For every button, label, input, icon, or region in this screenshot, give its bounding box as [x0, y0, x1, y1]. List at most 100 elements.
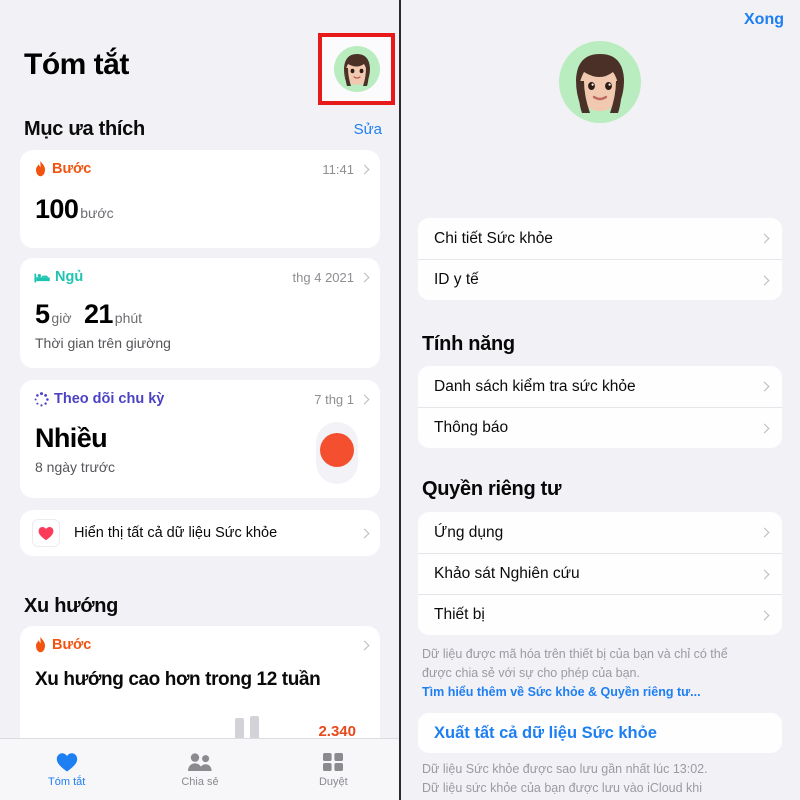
cycle-value: Nhiều	[35, 423, 108, 453]
steps-unit: bước	[80, 205, 114, 221]
chart-bar	[235, 718, 244, 740]
memoji-avatar	[333, 46, 380, 92]
tab-label: Tóm tắt	[48, 775, 86, 788]
row-label: Ứng dụng	[434, 523, 504, 541]
favorite-card-sleep[interactable]: Ngủ thg 4 2021 5 giờ 21 phút Thời gian trê…	[20, 258, 380, 368]
health-profile-screen: Xong Chi tiết Sức khỏe ID y tế Tính năng…	[400, 0, 800, 800]
row-label: Chi tiết Sức khỏe	[434, 229, 553, 247]
favorite-card-cycle[interactable]: Theo dõi chu kỳ 7 thg 1 Nhiều 8 ngày trư…	[20, 380, 380, 498]
tab-summary[interactable]: Tóm tắt	[0, 752, 133, 788]
card-header: Bước	[20, 626, 380, 653]
chevron-right-icon	[359, 394, 370, 404]
favorites-heading: Mục ưa thích	[24, 118, 145, 140]
heart-icon	[38, 526, 54, 540]
cycle-flow-indicator	[316, 422, 358, 484]
chevron-right-icon	[759, 381, 770, 392]
card-meta: thg 4 2021	[292, 269, 370, 285]
chart-bar	[250, 716, 259, 740]
bottom-tab-bar: Tóm tắt Chia sẻ Duyệt	[0, 738, 400, 800]
metric-name: Theo dõi chu kỳ	[54, 391, 165, 407]
heart-icon	[56, 752, 77, 771]
sleep-note: Thời gian trên giường	[35, 335, 171, 351]
row-research-studies[interactable]: Khảo sát Nghiên cứu	[418, 553, 782, 594]
edit-favorites-button[interactable]: Sửa	[354, 121, 382, 138]
card-header: Ngủ thg 4 2021	[20, 258, 380, 285]
privacy-note-line1: Dữ liệu được mã hóa trên thiết bị của bạ…	[422, 647, 728, 661]
row-label: Danh sách kiểm tra sức khỏe	[434, 377, 636, 395]
row-label: Thông báo	[434, 419, 509, 436]
card-timestamp: thg 4 2021	[292, 269, 354, 285]
features-heading: Tính năng	[422, 333, 515, 355]
trend-summary: Xu hướng cao hơn trong 12 tuần	[35, 669, 321, 690]
row-health-checklist[interactable]: Danh sách kiểm tra sức khỏe	[418, 366, 782, 407]
flame-icon	[36, 161, 45, 177]
trend-bar-chart	[235, 714, 259, 740]
features-card: Danh sách kiểm tra sức khỏe Thông báo	[418, 366, 782, 448]
export-health-data-button[interactable]: Xuất tất cả dữ liệu Sức khỏe	[418, 713, 782, 753]
row-label: Thiết bị	[434, 606, 485, 623]
profile-avatar-area[interactable]	[400, 41, 800, 123]
row-label: ID y tế	[434, 271, 479, 288]
row-apps[interactable]: Ứng dụng	[418, 512, 782, 553]
privacy-note: Dữ liệu được mã hóa trên thiết bị của bạ…	[422, 645, 772, 702]
chevron-right-icon	[759, 423, 770, 433]
show-all-label: Hiển thị tất cả dữ liệu Sức khỏe	[74, 525, 278, 541]
card-meta: 11:41	[322, 161, 370, 177]
favorite-card-steps[interactable]: Bước 11:41 100 bước	[20, 150, 380, 248]
tab-label: Chia sẻ	[181, 775, 219, 788]
show-all-health-data-row[interactable]: Hiển thị tất cả dữ liệu Sức khỏe	[20, 510, 380, 556]
card-timestamp: 11:41	[322, 161, 354, 177]
sleep-hours-value: 5	[35, 299, 50, 329]
metric-name: Bước	[52, 161, 92, 177]
steps-value: 100	[35, 194, 79, 224]
trends-heading: Xu hướng	[24, 595, 119, 617]
card-meta	[359, 640, 370, 650]
chevron-right-icon	[759, 569, 770, 579]
heart-icon-box	[32, 519, 60, 547]
privacy-card: Ứng dụng Khảo sát Nghiên cứu Thiết bị	[418, 512, 782, 635]
metric-name: Ngủ	[55, 269, 84, 285]
chevron-right-icon	[359, 164, 370, 174]
chevron-right-icon	[759, 610, 770, 620]
privacy-note-line2: được chia sẻ với sự cho phép của bạn.	[422, 666, 640, 680]
metric-label-cycle: Theo dõi chu kỳ	[34, 391, 164, 407]
card-timestamp: 7 thg 1	[314, 391, 354, 407]
row-notifications[interactable]: Thông báo	[418, 407, 782, 448]
flame-icon	[36, 637, 45, 653]
sleep-minutes-value: 21	[83, 299, 113, 329]
export-note-line2: Dữ liệu sức khỏe của bạn được lưu vào iC…	[422, 781, 702, 795]
grid-icon	[323, 752, 344, 771]
people-icon	[187, 752, 212, 771]
export-note: Dữ liệu Sức khỏe được sao lưu gần nhất l…	[422, 760, 772, 798]
dual-screenshot: Tóm tắt Mục ưa thích Sửa Bước 11:41 100 …	[0, 0, 800, 800]
row-health-details[interactable]: Chi tiết Sức khỏe	[418, 218, 782, 259]
card-meta: 7 thg 1	[314, 391, 370, 407]
row-medical-id[interactable]: ID y tế	[418, 259, 782, 300]
chevron-right-icon	[359, 528, 370, 538]
tab-label: Duyệt	[318, 775, 348, 788]
row-devices[interactable]: Thiết bị	[418, 594, 782, 635]
card-value-row: 5 giờ 21 phút	[20, 285, 380, 330]
metric-name: Bước	[52, 637, 92, 653]
privacy-learn-more-link[interactable]: Tìm hiểu thêm về Sức khỏe & Quyền riêng …	[422, 683, 772, 702]
trend-card-steps[interactable]: Bước Xu hướng cao hơn trong 12 tuần 2.34…	[20, 626, 380, 748]
chevron-right-icon	[759, 275, 770, 285]
done-button[interactable]: Xong	[744, 11, 784, 29]
chevron-right-icon	[759, 233, 770, 244]
tab-browse[interactable]: Duyệt	[267, 752, 400, 788]
health-summary-screen: Tóm tắt Mục ưa thích Sửa Bước 11:41 100 …	[0, 0, 400, 800]
card-header: Bước 11:41	[20, 150, 380, 177]
page-title: Tóm tắt	[24, 48, 129, 81]
profile-avatar-button[interactable]	[318, 33, 395, 105]
card-header: Theo dõi chu kỳ 7 thg 1	[20, 380, 380, 407]
memoji-face-icon	[343, 54, 370, 86]
profile-links-card: Chi tiết Sức khỏe ID y tế	[418, 218, 782, 300]
export-note-line1: Dữ liệu Sức khỏe được sao lưu gần nhất l…	[422, 762, 708, 776]
row-label: Khảo sát Nghiên cứu	[434, 565, 580, 582]
memoji-avatar-large	[559, 41, 641, 123]
tab-sharing[interactable]: Chia sẻ	[133, 752, 266, 788]
metric-label-steps: Bước	[34, 637, 91, 653]
chevron-right-icon	[359, 640, 370, 650]
bed-icon	[34, 273, 50, 282]
memoji-face-icon	[576, 54, 624, 113]
